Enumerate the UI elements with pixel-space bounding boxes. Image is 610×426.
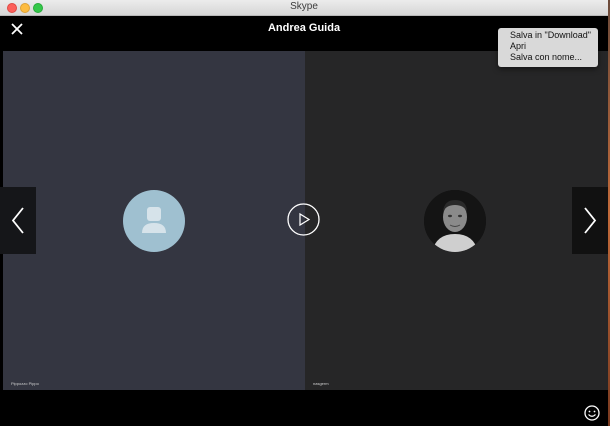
chevron-left-icon — [11, 207, 24, 234]
left-panel-caption: Pippozzo Pippo — [11, 381, 39, 386]
user-silhouette-icon — [142, 207, 166, 233]
right-panel-caption: nasgerm — [313, 381, 329, 386]
title-bar: Skype — [0, 0, 608, 16]
emoji-button[interactable] — [584, 405, 600, 421]
profile-photo — [424, 190, 486, 252]
left-media-panel: Pippozzo Pippo — [3, 51, 305, 390]
skype-window: Skype Andrea Guida ••• Pippozzo Pippo — [0, 0, 608, 426]
next-button[interactable] — [572, 187, 608, 254]
menu-item-save-download[interactable]: Salva in "Download" — [498, 30, 598, 41]
chevron-right-icon — [584, 207, 597, 234]
menu-item-open[interactable]: Apri — [498, 41, 598, 52]
play-button[interactable] — [287, 203, 320, 236]
menu-item-save-as[interactable]: Salva con nome... — [498, 52, 598, 63]
previous-button[interactable] — [0, 187, 36, 254]
app-title: Skype — [290, 1, 318, 12]
emoji-icon — [584, 405, 600, 421]
play-icon — [287, 203, 320, 236]
context-menu: Salva in "Download" Apri Salva con nome.… — [498, 28, 598, 67]
avatar-photo — [424, 190, 486, 252]
right-media-panel: nasgerm — [305, 51, 608, 390]
avatar-placeholder — [123, 190, 185, 252]
bottom-bar — [0, 390, 608, 426]
